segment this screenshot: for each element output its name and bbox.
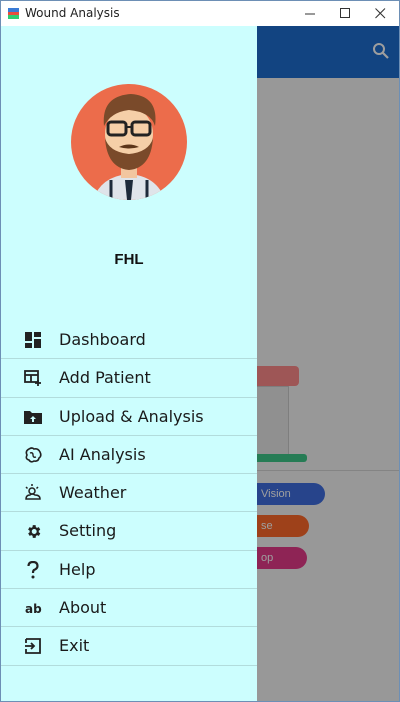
maximize-button[interactable] (328, 1, 362, 26)
menu-item-about[interactable]: ab About (1, 589, 257, 628)
svg-text:ab: ab (25, 602, 42, 615)
close-icon (374, 8, 385, 19)
minimize-icon (304, 13, 315, 15)
weather-icon (24, 484, 42, 502)
menu-item-label: Exit (59, 636, 90, 656)
app-logo-icon (8, 8, 19, 19)
menu-item-label: Upload & Analysis (59, 406, 204, 426)
menu-item-add-patient[interactable]: Add Patient (1, 359, 257, 398)
menu-item-label: Setting (59, 521, 117, 541)
menu-item-label: AI Analysis (59, 444, 146, 464)
menu-item-label: Weather (59, 483, 127, 503)
avatar (71, 84, 187, 200)
app-window: Wound Analysis Vision se op FHL Dashboar… (0, 0, 400, 702)
menu-item-help[interactable]: Help (1, 551, 257, 590)
gear-icon (24, 522, 42, 540)
exit-icon (24, 637, 42, 655)
close-button[interactable] (363, 1, 397, 26)
menu-item-label: About (59, 598, 107, 618)
menu-item-ai-analysis[interactable]: AI Analysis (1, 436, 257, 475)
menu-item-weather[interactable]: Weather (1, 474, 257, 513)
menu-item-label: Dashboard (59, 330, 146, 349)
drawer-menu: Dashboard Add Patient Upload & Analysis … (1, 321, 257, 666)
title-bar: Wound Analysis (1, 1, 399, 26)
menu-item-exit[interactable]: Exit (1, 627, 257, 666)
maximize-icon (339, 8, 350, 18)
user-name: FHL (114, 251, 144, 268)
menu-item-dashboard[interactable]: Dashboard (1, 321, 257, 360)
dashboard-icon (24, 331, 42, 349)
menu-item-label: Help (59, 559, 96, 579)
brain-icon (24, 446, 42, 464)
window-title: Wound Analysis (25, 6, 120, 20)
menu-item-setting[interactable]: Setting (1, 512, 257, 551)
navigation-drawer: FHL Dashboard Add Patient Upload & Analy… (1, 26, 257, 701)
minimize-button[interactable] (293, 1, 327, 26)
menu-item-upload-analysis[interactable]: Upload & Analysis (1, 398, 257, 436)
add-table-icon (24, 369, 42, 387)
menu-item-label: Add Patient (59, 368, 151, 388)
ab-text-icon: ab (24, 599, 42, 617)
user-avatar-icon (93, 94, 165, 200)
upload-folder-icon (24, 408, 42, 426)
question-icon (24, 560, 42, 579)
